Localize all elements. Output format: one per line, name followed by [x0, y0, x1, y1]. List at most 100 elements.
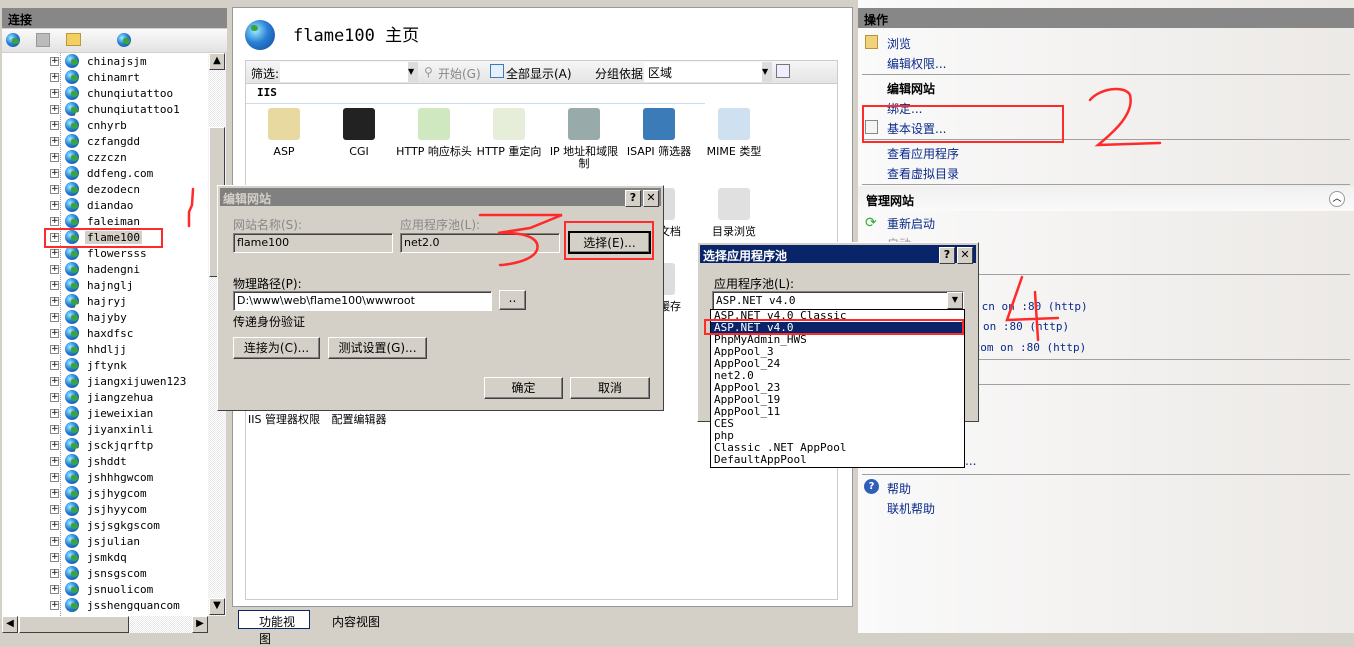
app-pool-field[interactable]: net2.0 [400, 233, 560, 253]
feature-item[interactable]: ISAPI 筛选器 [620, 108, 698, 158]
physical-path-input[interactable]: D:\www\web\flame100\wwwroot [233, 291, 492, 311]
expand-icon[interactable]: + [50, 472, 59, 482]
expand-icon[interactable]: + [50, 600, 59, 610]
browse-link[interactable]: on :80 (http) [983, 320, 1069, 333]
tree-item-site[interactable]: + jsshengquancom [50, 597, 182, 613]
tree-item-site[interactable]: + chunqiutattoo1 [50, 101, 182, 117]
expand-icon[interactable]: + [50, 488, 59, 498]
tree-item-site[interactable]: + czzczn [50, 149, 129, 165]
scroll-right-button[interactable]: ▶ [192, 616, 208, 633]
disconnect-icon[interactable] [116, 33, 131, 47]
expand-icon[interactable]: + [50, 328, 59, 338]
scroll-up-button[interactable]: ▲ [209, 53, 225, 70]
expand-icon[interactable]: + [50, 568, 59, 578]
tree-item-site[interactable]: + ddfeng.com [50, 165, 155, 181]
tree-item-site[interactable]: + jieweixian [50, 405, 155, 421]
tree-item-site[interactable]: + cnhyrb [50, 117, 129, 133]
up-folder-icon[interactable] [66, 33, 81, 46]
action-edit-permissions[interactable]: 编辑权限... [887, 55, 946, 72]
expand-icon[interactable]: + [50, 184, 59, 194]
expand-icon[interactable]: + [50, 88, 59, 98]
expand-icon[interactable]: + [50, 232, 59, 242]
expand-icon[interactable]: + [50, 312, 59, 322]
expand-icon[interactable]: + [50, 280, 59, 290]
expand-icon[interactable]: + [50, 344, 59, 354]
expand-icon[interactable]: + [50, 424, 59, 434]
expand-icon[interactable]: + [50, 408, 59, 418]
connect-as-button[interactable]: 连接为(C)... [233, 337, 320, 359]
select-app-pool-button[interactable]: 选择(E)... [568, 231, 651, 254]
expand-icon[interactable]: + [50, 200, 59, 210]
expand-icon[interactable]: + [50, 104, 59, 114]
expand-icon[interactable]: + [50, 296, 59, 306]
feature-item[interactable]: HTTP 响应标头 [395, 108, 473, 158]
browse-path-button[interactable]: .. [499, 290, 526, 310]
dropdown-arrow-icon[interactable]: ▼ [947, 292, 963, 309]
group-by-select[interactable]: 区域 ▼ [644, 62, 772, 82]
connect-icon[interactable] [6, 33, 20, 47]
app-pool-option[interactable]: DefaultAppPool [711, 454, 964, 466]
tree-item-site[interactable]: + jsjulian [50, 533, 142, 549]
expand-icon[interactable]: + [50, 152, 59, 162]
expand-icon[interactable]: + [50, 392, 59, 402]
action-help[interactable]: 帮助 [887, 480, 911, 497]
tree-item-site[interactable]: + hajnglj [50, 277, 135, 293]
feature-item[interactable]: IP 地址和域限制 [545, 108, 623, 170]
help-button[interactable]: ? [625, 190, 641, 207]
tree-item-site[interactable]: + haxdfsc [50, 325, 135, 341]
go-button[interactable]: 开始(G) [438, 65, 481, 82]
view-mode-icon[interactable] [776, 64, 790, 78]
tree-item-site[interactable]: + jsmkdq [50, 549, 129, 565]
cancel-button[interactable]: 取消 [570, 377, 650, 399]
expand-icon[interactable]: + [50, 136, 59, 146]
expand-icon[interactable]: + [50, 536, 59, 546]
tree-item-site[interactable]: + jsjhygcom [50, 485, 149, 501]
ok-button[interactable]: 确定 [484, 377, 563, 399]
close-button[interactable]: ✕ [643, 190, 659, 207]
tree-item-site[interactable]: + flowersss [50, 245, 149, 261]
expand-icon[interactable]: + [50, 120, 59, 130]
test-settings-button[interactable]: 测试设置(G)... [328, 337, 427, 359]
action-browse[interactable]: 浏览 [887, 35, 911, 52]
expand-icon[interactable]: + [50, 584, 59, 594]
tab-content-view[interactable]: 内容视图 [314, 610, 383, 629]
tree-item-site[interactable]: + hajryj [50, 293, 129, 309]
expand-icon[interactable]: + [50, 504, 59, 514]
feature-item[interactable]: MIME 类型 [695, 108, 773, 158]
tree-item-site[interactable]: + jsjsgkgscom [50, 517, 162, 533]
tree-item-site[interactable]: + jshhhgwcom [50, 469, 155, 485]
tree-item-site[interactable]: + hajyby [50, 309, 129, 325]
action-restart[interactable]: 重新启动 [887, 215, 935, 232]
filter-dropdown-icon[interactable]: ▼ [408, 62, 418, 82]
scroll-left-button[interactable]: ◀ [2, 616, 18, 633]
tree-item-site[interactable]: + jiangxijuwen123 [50, 373, 188, 389]
tree-item-site[interactable]: + chinamrt [50, 69, 142, 85]
browse-link[interactable]: .com on :80 (http) [967, 341, 1086, 354]
expand-icon[interactable]: + [50, 456, 59, 466]
hscroll-thumb[interactable] [19, 616, 129, 633]
scroll-down-button[interactable]: ▼ [209, 598, 225, 615]
tree-item-site[interactable]: + jsckjqrftp [50, 437, 155, 453]
help-button[interactable]: ? [939, 247, 955, 264]
action-bindings[interactable]: 绑定... [887, 100, 922, 117]
expand-icon[interactable]: + [50, 440, 59, 450]
expand-icon[interactable]: + [50, 376, 59, 386]
expand-icon[interactable]: + [50, 520, 59, 530]
expand-icon[interactable]: + [50, 56, 59, 66]
tree-item-site[interactable]: + jsnuolicom [50, 581, 155, 597]
feature-item[interactable]: 目录浏览 [695, 188, 773, 238]
site-name-field[interactable]: flame100 [233, 233, 393, 253]
tree-item-site[interactable]: + diandao [50, 197, 135, 213]
expand-icon[interactable]: + [50, 360, 59, 370]
app-pool-option[interactable]: CES [711, 418, 964, 430]
tree-item-site[interactable]: + flame100 [50, 229, 142, 245]
app-pool-option[interactable]: AppPool_11 [711, 406, 964, 418]
close-button[interactable]: ✕ [957, 247, 973, 264]
save-icon[interactable] [36, 33, 50, 47]
tab-features-view[interactable]: 功能视图 [238, 610, 310, 646]
tree-item-site[interactable]: + jsnsgscom [50, 565, 149, 581]
tree-item-site[interactable]: + jiyanxinli [50, 421, 155, 437]
feature-item[interactable]: CGI [320, 108, 398, 158]
tree-item-site[interactable]: + hhdljj [50, 341, 129, 357]
feature-item[interactable]: HTTP 重定向 [470, 108, 548, 158]
